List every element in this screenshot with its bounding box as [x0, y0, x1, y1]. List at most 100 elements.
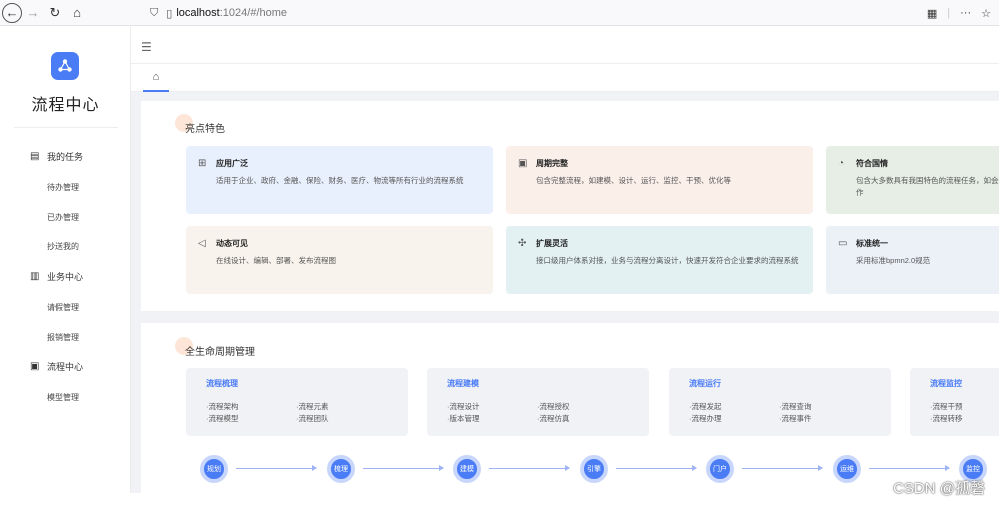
send-icon: ◁ [198, 238, 206, 249]
lifecycle-card-modeling: 流程建模 ·流程设计 ·版本管理 ·流程授权 ·流程仿真 [427, 368, 649, 436]
apps-grid-icon: ⊞ [198, 158, 207, 169]
lifecycle-item: ·流程模型 [206, 414, 239, 423]
lifecycle-card-running: 流程运行 ·流程发起 ·流程办理 ·流程查询 ·流程事件 [669, 368, 891, 436]
feature-card-complete-cycle: ▣ 周期完整 包含完整流程，如建模、设计、运行、监控、干预、优化等 [506, 146, 813, 214]
lifecycle-item: ·流程仿真 [537, 414, 570, 423]
lifecycle-col: ·流程干预 ·流程转移 [930, 401, 963, 425]
address-bar[interactable]: ⛉ ▯ localhost:1024/#/home [150, 3, 910, 23]
menu-item-todo[interactable]: 待办管理 [47, 182, 79, 193]
calendar-icon: ▣ [30, 361, 40, 372]
lifecycle-item: ·版本管理 [447, 414, 480, 423]
lifecycle-col: ·流程发起 ·流程办理 [689, 401, 722, 425]
lifecycle-item: ·流程授权 [537, 402, 570, 411]
divider [14, 127, 118, 128]
menu-group-process-center[interactable]: ▣ 流程中心 [30, 360, 83, 373]
feature-card-standard: ▭ 标准统一 采用标准bpmn2.0规范 [826, 226, 999, 294]
flow-step-model: 建模 [453, 455, 481, 483]
feature-desc: 包含完整流程，如建模、设计、运行、监控、干预、优化等 [536, 176, 731, 185]
lifecycle-item: ·流程团队 [296, 414, 329, 423]
lifecycle-item: ·流程查询 [779, 402, 812, 411]
feature-desc: 适用于企业、政府、金融、保险、财务、医疗、物流等所有行业的流程系统 [216, 176, 464, 185]
flow-arrow [236, 465, 317, 471]
lifecycle-item: ·流程事件 [779, 414, 812, 423]
reload-icon[interactable]: ↻ [44, 2, 66, 24]
feature-desc: 在线设计、编辑、部署、发布流程图 [216, 256, 336, 265]
menu-group-my-tasks[interactable]: ▤ 我的任务 [30, 150, 83, 163]
flow-arrow [869, 465, 950, 471]
lifecycle-item: ·流程设计 [447, 402, 480, 411]
browser-toolbar: ← → ↻ ⌂ ⛉ ▯ localhost:1024/#/home ▦ | ··… [0, 0, 999, 26]
qr-code-icon[interactable]: ▦ [927, 7, 937, 20]
flow-step-engine: 引擎 [580, 455, 608, 483]
url-path: :1024/#/home [219, 7, 288, 19]
shield-icon[interactable]: ⛉ [150, 7, 158, 20]
lifecycle-title: 全生命周期管理 [185, 347, 255, 358]
feature-title: 扩展灵活 [536, 239, 568, 248]
menu-item-cc[interactable]: 抄送我的 [47, 241, 79, 252]
menu-group-business[interactable]: ▥ 业务中心 [30, 270, 83, 283]
tab-home[interactable]: ⌂ [143, 64, 169, 92]
sidebar: 流程中心 ▤ 我的任务 待办管理 已办管理 抄送我的 ▥ 业务中心 请假管理 报… [0, 27, 131, 493]
feature-desc: 采用标准bpmn2.0规范 [856, 256, 931, 265]
lifecycle-col: ·流程架构 ·流程模型 [206, 401, 239, 425]
flow-step-portal: 门户 [706, 455, 734, 483]
feature-title: 周期完整 [536, 159, 568, 168]
lifecycle-card-title: 流程建模 [447, 379, 479, 388]
menu-item-expense[interactable]: 报销管理 [47, 332, 79, 343]
lifecycle-col: ·流程授权 ·流程仿真 [537, 401, 570, 425]
feature-title: 动态可见 [216, 239, 248, 248]
lifecycle-item: ·流程发起 [689, 402, 722, 411]
feature-card-wide-use: ⊞ 应用广泛 适用于企业、政府、金融、保险、财务、医疗、物流等所有行业的流程系统 [186, 146, 493, 214]
lifecycle-card-sorting: 流程梳理 ·流程架构 ·流程模型 ·流程元素 ·流程团队 [186, 368, 408, 436]
flow-step-sort: 梳理 [327, 455, 355, 483]
more-icon[interactable]: ··· [960, 7, 971, 19]
share-nodes-icon [58, 59, 72, 72]
feature-card-dynamic: ◁ 动态可见 在线设计、编辑、部署、发布流程图 [186, 226, 493, 294]
flow-arrow [489, 465, 570, 471]
flow-arrow [363, 465, 444, 471]
tab-bar: ⌂ [131, 64, 999, 92]
url-host: localhost [176, 7, 220, 19]
features-title: 亮点特色 [185, 124, 225, 135]
dashboard-icon: ◔ [838, 158, 845, 169]
back-icon[interactable]: ← [2, 2, 22, 23]
menu-item-leave[interactable]: 请假管理 [47, 302, 79, 313]
app-logo-icon [51, 52, 79, 80]
lifecycle-item: ·流程干预 [930, 402, 963, 411]
flow-arrow [616, 465, 697, 471]
lifecycle-item: ·流程转移 [930, 414, 963, 423]
feature-card-flexible: ✣ 扩展灵活 接口级用户体系对接，业务与流程分离设计，快速开发符合企业要求的流程系… [506, 226, 813, 294]
home-icon[interactable]: ⌂ [66, 2, 88, 24]
lifecycle-col: ·流程设计 ·版本管理 [447, 401, 480, 425]
lifecycle-item: ·流程办理 [689, 414, 722, 423]
lifecycle-item: ·流程架构 [206, 402, 239, 411]
feature-title: 符合国情 [856, 159, 888, 168]
document-icon: ▤ [30, 151, 40, 162]
flow-step-ops: 运维 [833, 455, 861, 483]
page-icon: ▯ [166, 7, 173, 20]
lifecycle-col: ·流程元素 ·流程团队 [296, 401, 329, 425]
forward-icon[interactable]: → [22, 2, 44, 24]
lifecycle-card-title: 流程运行 [689, 379, 721, 388]
puzzle-icon: ✣ [518, 238, 527, 249]
building-icon: ▥ [30, 271, 40, 282]
flow-arrow [742, 465, 823, 471]
watermark: CSDN @孤磬 [893, 480, 985, 497]
top-header: ☰ [131, 27, 999, 64]
menu-item-done[interactable]: 已办管理 [47, 212, 79, 223]
lifecycle-card-title: 流程梳理 [206, 379, 238, 388]
bookmark-star-icon[interactable]: ☆ [981, 7, 991, 20]
feature-title: 标准统一 [856, 239, 888, 248]
lifecycle-card-title: 流程监控 [930, 379, 962, 388]
menu-group-label: 业务中心 [47, 272, 84, 282]
lifecycle-card-monitoring: 流程监控 ·流程干预 ·流程转移 [910, 368, 999, 436]
home-icon: ⌂ [152, 71, 160, 83]
menu-item-models[interactable]: 模型管理 [47, 392, 79, 403]
calendar-icon: ▣ [518, 158, 528, 169]
flow-step-plan: 规划 [200, 455, 228, 483]
menu-group-label: 流程中心 [47, 362, 84, 372]
menu-toggle-icon[interactable]: ☰ [141, 40, 152, 54]
feature-card-national: ◔ 符合国情 包含大多数具有我国特色的流程任务，如会签、加签、减签、回退、转办、委… [826, 146, 999, 214]
lifecycle-col: ·流程查询 ·流程事件 [779, 401, 812, 425]
lifecycle-item: ·流程元素 [296, 402, 329, 411]
